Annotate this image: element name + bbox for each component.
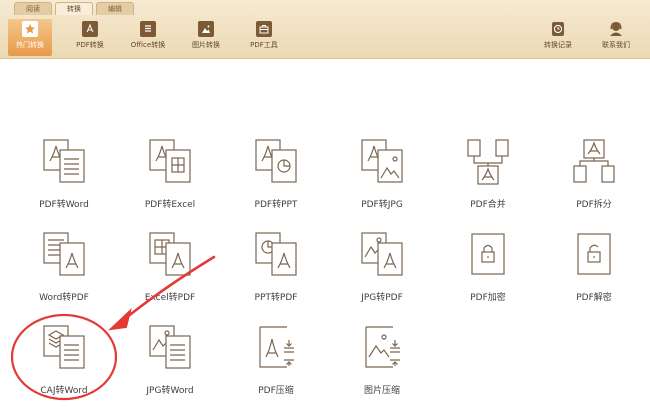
tool-pdf-tools[interactable]: PDF工具 [242, 19, 286, 56]
function-jpg-to-word[interactable]: JPG转Word [125, 323, 215, 413]
function-jpg-to-pdf[interactable]: JPG转PDF [337, 230, 427, 320]
function-pdf-to-excel[interactable]: PDF转Excel [125, 137, 215, 227]
pdf-to-ppt-icon [251, 137, 301, 187]
pdf-compress-icon [251, 323, 301, 373]
pdf-merge-icon [463, 137, 513, 187]
tool-office-convert[interactable]: Office转换 [124, 19, 172, 56]
function-pdf-merge[interactable]: PDF合并 [443, 137, 533, 227]
function-pdf-split[interactable]: PDF拆分 [549, 137, 639, 227]
function-word-to-pdf[interactable]: Word转PDF [19, 230, 109, 320]
ribbon-toolbar: 阅读 转换 编辑 热门转换 PDF转换 Office转换 图片转换 PDF工具 … [0, 0, 650, 59]
tool-group: 热门转换 PDF转换 Office转换 图片转换 PDF工具 转换记录 联系我们 [0, 19, 650, 57]
jpg-to-word-icon [145, 323, 195, 373]
pdf-to-word-icon [39, 137, 89, 187]
function-pdf-compress[interactable]: PDF压缩 [231, 323, 321, 413]
function-pdf-decrypt[interactable]: PDF解密 [549, 230, 639, 320]
pdf-to-excel-icon [145, 137, 195, 187]
ppt-to-pdf-icon [251, 230, 301, 280]
tool-contact-us[interactable]: 联系我们 [596, 19, 636, 56]
image-compress-icon [357, 323, 407, 373]
function-pdf-to-jpg[interactable]: PDF转JPG [337, 137, 427, 227]
function-excel-to-pdf[interactable]: Excel转PDF [125, 230, 215, 320]
tool-pdf-convert[interactable]: PDF转换 [68, 19, 112, 56]
function-ppt-to-pdf[interactable]: PPT转PDF [231, 230, 321, 320]
menu-tabs: 阅读 转换 编辑 [14, 2, 137, 15]
function-pdf-to-word[interactable]: PDF转Word [19, 137, 109, 227]
word-to-pdf-icon [39, 230, 89, 280]
toolbox-icon [256, 21, 272, 37]
tool-hot-convert[interactable]: 热门转换 [8, 19, 52, 56]
jpg-to-pdf-icon [357, 230, 407, 280]
pdf-decrypt-icon [569, 230, 619, 280]
tab-convert[interactable]: 转换 [55, 2, 93, 15]
pdf-icon [82, 21, 98, 37]
pdf-to-jpg-icon [357, 137, 407, 187]
caj-to-word-icon [39, 323, 89, 373]
pdf-split-icon [569, 137, 619, 187]
tab-read[interactable]: 阅读 [14, 2, 52, 15]
contact-icon [608, 21, 624, 37]
function-image-compress[interactable]: 图片压缩 [337, 323, 427, 413]
star-icon [22, 21, 38, 37]
pdf-encrypt-icon [463, 230, 513, 280]
history-icon [550, 21, 566, 37]
function-pdf-to-ppt[interactable]: PDF转PPT [231, 137, 321, 227]
tool-conversion-history[interactable]: 转换记录 [538, 19, 578, 56]
tool-image-convert[interactable]: 图片转换 [184, 19, 228, 56]
document-icon [140, 21, 156, 37]
image-icon [198, 21, 214, 37]
tab-edit[interactable]: 编辑 [96, 2, 134, 15]
function-caj-to-word[interactable]: CAJ转Word [19, 323, 109, 413]
excel-to-pdf-icon [145, 230, 195, 280]
function-pdf-encrypt[interactable]: PDF加密 [443, 230, 533, 320]
